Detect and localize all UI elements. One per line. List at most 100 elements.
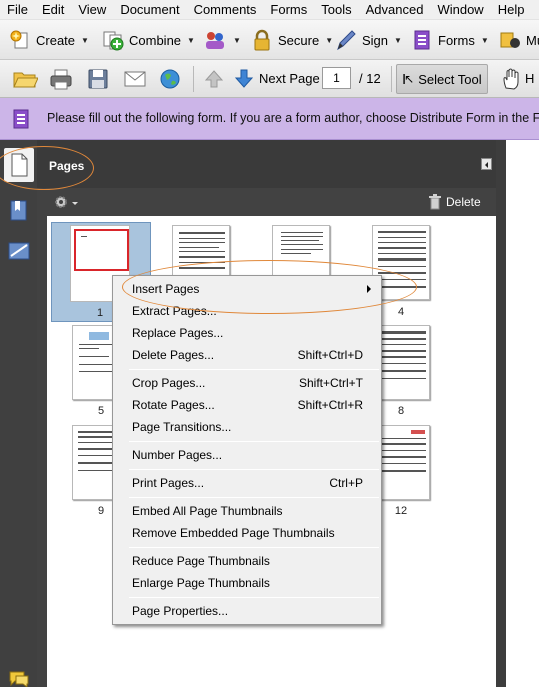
menu-item-remove-embedded-thumbnails[interactable]: Remove Embedded Page Thumbnails (114, 522, 380, 544)
menu-item-delete-pages[interactable]: Delete Pages... Shift+Ctrl+D (114, 344, 380, 366)
text-line (378, 370, 426, 372)
forms-icon (410, 28, 434, 52)
create-label: Create (36, 32, 76, 48)
text-line (378, 247, 426, 249)
menu-item-label: Reduce Page Thumbnails (132, 554, 270, 568)
page-number-input[interactable] (322, 67, 351, 89)
menu-item-crop-pages[interactable]: Crop Pages... Shift+Ctrl+T (114, 372, 380, 394)
combine-button[interactable]: Combine ▼ (101, 28, 195, 52)
menu-separator (129, 441, 379, 442)
pages-options-bar: Delete (37, 188, 496, 216)
document-view[interactable] (506, 140, 539, 687)
menu-item-reduce-thumbnails[interactable]: Reduce Page Thumbnails (114, 550, 380, 572)
menu-window[interactable]: Window (430, 0, 490, 20)
form-notification-bar: Please fill out the following form. If y… (0, 98, 539, 140)
menu-item-shortcut: Shift+Ctrl+R (297, 398, 363, 412)
tasks-toolbar: Create ▼ Combine ▼ ▼ Secure ▼ Sign ▼ For… (0, 20, 539, 60)
menu-item-embed-thumbnails[interactable]: Embed All Page Thumbnails (114, 500, 380, 522)
menu-item-label: Extract Pages... (132, 304, 217, 318)
forms-label: Forms (438, 32, 475, 48)
collaborate-button[interactable]: ▼ (203, 28, 241, 52)
sign-button[interactable]: Sign ▼ (334, 28, 402, 52)
secure-button[interactable]: Secure ▼ (250, 28, 333, 52)
email-icon[interactable] (123, 67, 147, 91)
sign-label: Sign (362, 32, 389, 48)
forms-button[interactable]: Forms ▼ (410, 28, 489, 52)
menu-item-label: Remove Embedded Page Thumbnails (132, 526, 335, 540)
chevron-left-icon (485, 162, 488, 168)
multimedia-button[interactable]: Mu (498, 28, 539, 52)
signatures-nav-button[interactable] (7, 240, 31, 262)
menu-item-rotate-pages[interactable]: Rotate Pages... Shift+Ctrl+R (114, 394, 380, 416)
page-total-label: / 12 (359, 71, 381, 86)
text-line (378, 463, 426, 464)
next-page-button[interactable]: Next Page (233, 67, 320, 89)
text-line (378, 344, 426, 345)
menu-file[interactable]: File (0, 0, 35, 20)
menu-item-number-pages[interactable]: Number Pages... (114, 444, 380, 466)
delete-pages-button[interactable]: Delete (428, 194, 481, 210)
text-line (378, 231, 426, 233)
hand-icon (501, 68, 521, 90)
collapse-panel-button[interactable] (481, 158, 492, 170)
combine-label: Combine (129, 32, 182, 48)
menu-edit[interactable]: Edit (35, 0, 71, 20)
bookmarks-nav-button[interactable] (9, 199, 29, 223)
menu-separator (129, 369, 379, 370)
menu-item-extract-pages[interactable]: Extract Pages... (114, 300, 380, 322)
panel-splitter[interactable] (496, 140, 506, 687)
menu-item-label: Replace Pages... (132, 326, 224, 340)
comment-icon (9, 671, 29, 687)
comments-nav-button[interactable] (8, 670, 30, 687)
hand-tool-label: H (525, 70, 535, 86)
save-icon[interactable] (86, 67, 110, 91)
text-line (281, 244, 323, 245)
menu-advanced[interactable]: Advanced (359, 0, 431, 20)
create-button[interactable]: Create ▼ (8, 28, 89, 52)
menu-help[interactable]: Help (491, 0, 532, 20)
menu-document[interactable]: Document (113, 0, 186, 20)
hand-tool-button[interactable]: H (501, 68, 535, 90)
pages-panel-header: Pages (37, 140, 496, 188)
menu-item-print-pages[interactable]: Print Pages... Ctrl+P (114, 472, 380, 494)
menu-comments[interactable]: Comments (187, 0, 264, 20)
text-line (378, 237, 426, 238)
globe-icon[interactable] (158, 67, 182, 91)
options-menu-button[interactable] (53, 194, 81, 210)
text-line (378, 438, 426, 439)
menu-separator (129, 547, 379, 548)
menu-item-insert-pages[interactable]: Insert Pages (114, 278, 380, 300)
text-line (281, 253, 311, 254)
chevron-down-icon: ▼ (233, 35, 241, 45)
menu-item-enlarge-thumbnails[interactable]: Enlarge Page Thumbnails (114, 572, 380, 594)
open-folder-icon[interactable] (12, 67, 39, 91)
menu-forms[interactable]: Forms (263, 0, 314, 20)
menu-view[interactable]: View (71, 0, 113, 20)
select-tool-button[interactable]: I ↖ Select Tool (396, 64, 488, 94)
text-line (281, 232, 323, 233)
menu-item-replace-pages[interactable]: Replace Pages... (114, 322, 380, 344)
text-line (378, 356, 426, 358)
delete-label: Delete (446, 195, 481, 209)
pages-nav-button[interactable] (4, 148, 34, 182)
toolbar-separator (391, 66, 392, 92)
menu-item-label: Rotate Pages... (132, 398, 215, 412)
file-toolbar: Next Page / 12 I ↖ Select Tool H (0, 60, 539, 98)
chevron-down-icon: ▼ (325, 35, 334, 45)
menu-item-page-properties[interactable]: Page Properties... (114, 600, 380, 622)
menu-item-label: Print Pages... (132, 476, 205, 490)
logo-block (89, 332, 109, 340)
text-line (179, 256, 225, 258)
chevron-down-icon: ▼ (480, 35, 489, 45)
toolbar-separator (193, 66, 194, 92)
menu-item-label: Number Pages... (132, 448, 223, 462)
menu-item-label: Page Properties... (132, 604, 229, 618)
menu-tools[interactable]: Tools (314, 0, 358, 20)
print-icon[interactable] (49, 67, 73, 91)
text-line (378, 443, 426, 445)
notification-text: Please fill out the following form. If y… (47, 111, 539, 125)
menu-item-label: Delete Pages... (132, 348, 215, 362)
text-line (179, 267, 225, 269)
previous-page-icon[interactable] (203, 68, 227, 92)
menu-item-page-transitions[interactable]: Page Transitions... (114, 416, 380, 438)
